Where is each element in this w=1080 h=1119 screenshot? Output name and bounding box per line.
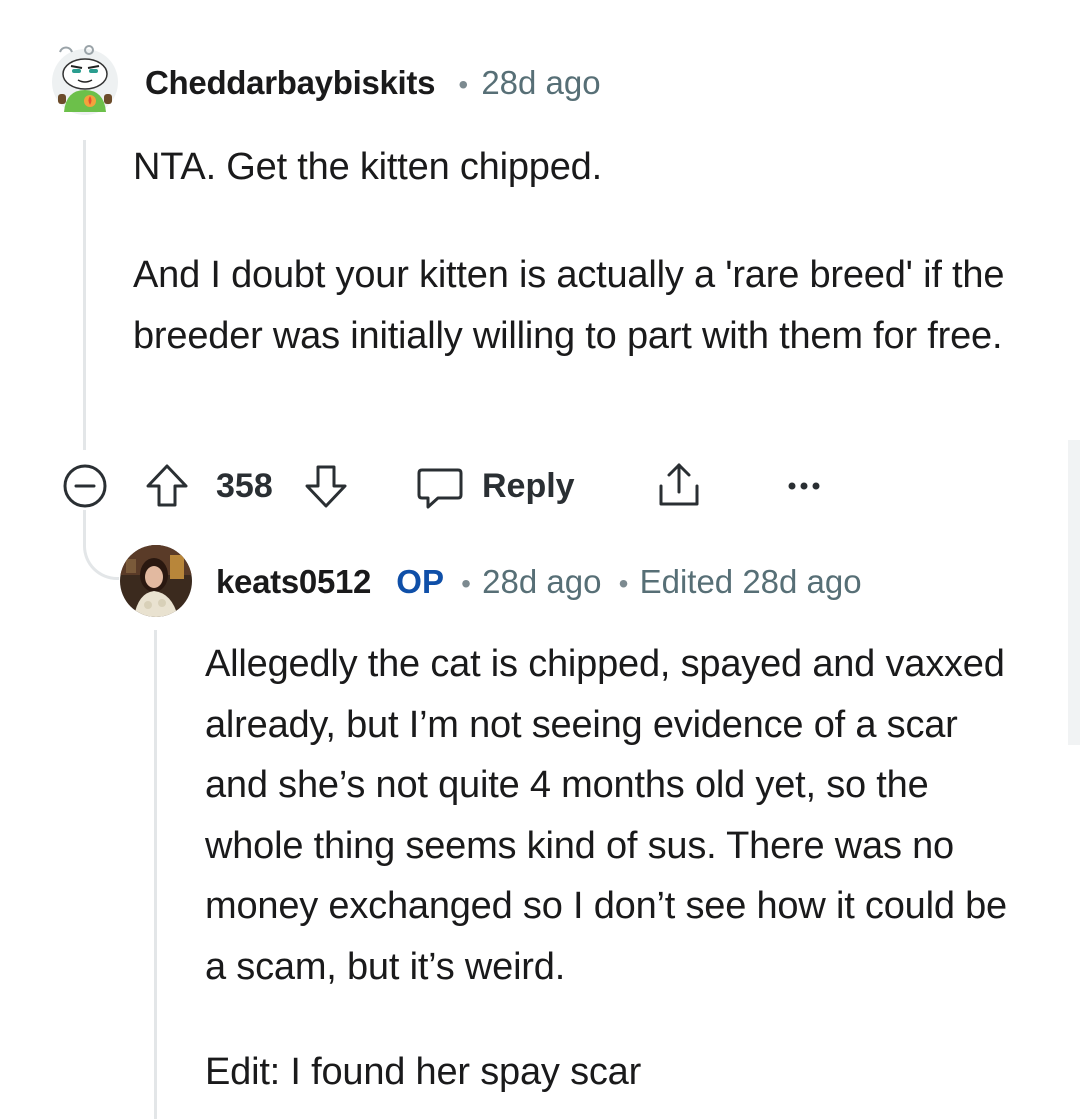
scroll-edge [1068,440,1080,745]
separator-dot: • [618,568,629,599]
reply-button[interactable]: Reply [416,462,575,510]
reply-thread-line[interactable] [154,630,157,1119]
reply-paragraph-2: Edit: I found her spay scar [205,1051,642,1093]
separator-dot: • [461,568,471,599]
separator-dot: • [458,69,469,100]
more-options-icon [786,476,822,496]
reply-bubble-icon [416,462,464,510]
collapse-minus-icon [62,463,108,509]
upvote-arrow-icon [144,462,190,510]
vote-score: 358 [216,467,273,505]
upvote-button[interactable] [144,462,190,510]
reply-label: Reply [482,467,575,505]
comment-timestamp: 28d ago [481,64,601,101]
comment-header: Cheddarbaybiskits • 28d ago [145,63,601,105]
share-button[interactable] [655,460,703,510]
share-icon [655,460,703,510]
comment-paragraph-1: NTA. Get the kitten chipped. [133,146,602,188]
comment-paragraph-2: And I doubt your kitten is actually a 'r… [133,254,1005,357]
reply-paragraph-1: Allegedly the cat is chipped, spayed and… [205,643,1007,988]
reply-timestamp: 28d ago [482,563,602,600]
op-badge: OP [396,563,444,600]
comment-username[interactable]: Cheddarbaybiskits [145,64,435,101]
collapse-button[interactable] [62,463,108,509]
edited-label: Edited 28d ago [639,563,862,600]
avatar[interactable] [50,44,120,116]
downvote-button[interactable] [303,462,349,510]
downvote-arrow-icon [303,462,349,510]
thread-branch-line [83,510,119,580]
avatar[interactable] [120,545,192,617]
more-options-button[interactable] [786,476,822,496]
reply-username[interactable]: keats0512 [216,563,371,600]
thread-line[interactable] [83,140,86,450]
reply-header: keats0512 OP • 28d ago • Edited 28d ago [216,562,862,604]
